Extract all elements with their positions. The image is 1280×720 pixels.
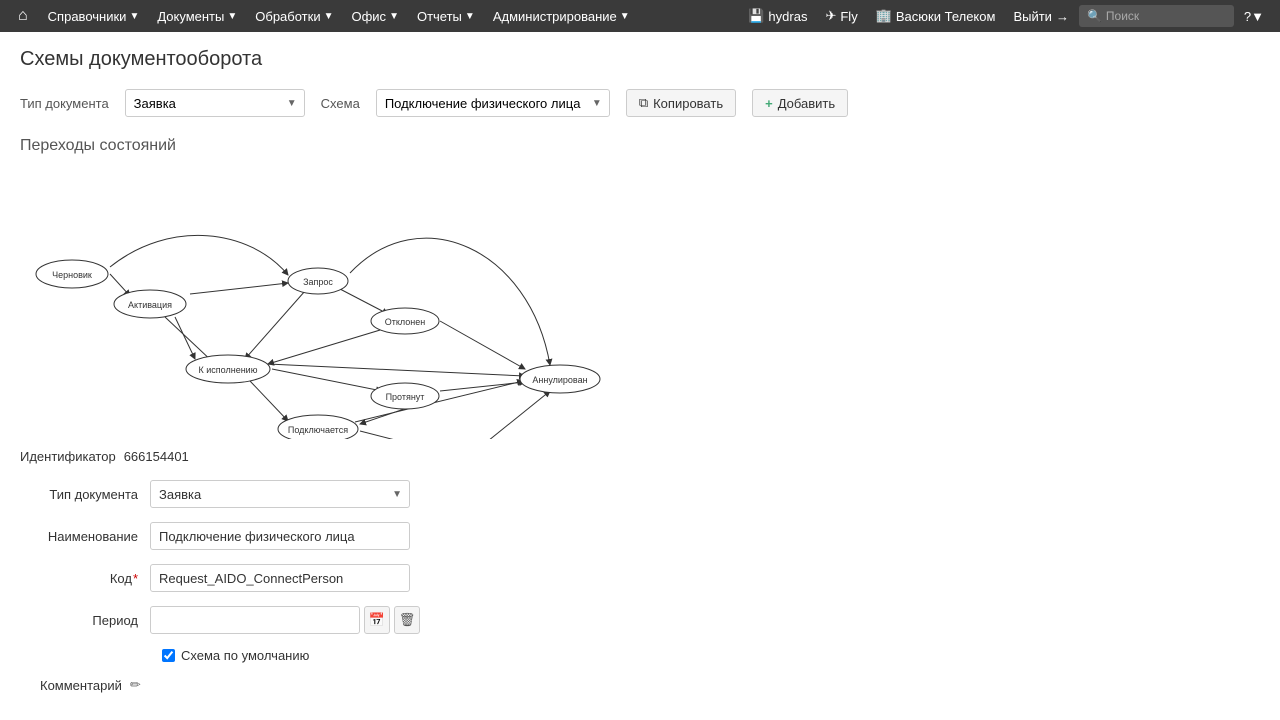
main-content: Схемы документооборота Тип документа Зая… <box>0 32 1280 709</box>
clear-period-button[interactable]: 🗑 <box>394 606 420 634</box>
nav-otchety[interactable]: Отчеты ▼ <box>409 0 483 32</box>
doc-type-select-wrapper: Заявка ▼ <box>125 89 305 117</box>
field-row-period: Период 📅 🗑 <box>20 606 1260 634</box>
field-doc-type-select-wrapper: Заявка ▼ <box>150 480 410 508</box>
svg-text:К исполнению: К исполнению <box>199 365 258 375</box>
svg-text:Аннулирован: Аннулирован <box>532 375 587 385</box>
calendar-button[interactable]: 📅 <box>364 606 390 634</box>
nav-arrow-obrabotki: ▼ <box>324 11 334 22</box>
section-title: Переходы состояний <box>20 137 1260 155</box>
field-name-input[interactable] <box>150 522 410 550</box>
trash-icon: 🗑 <box>399 612 416 628</box>
svg-text:Отклонен: Отклонен <box>385 317 425 327</box>
plus-icon: + <box>765 96 773 111</box>
schema-select-wrapper: Подключение физического лица ▼ <box>376 89 610 117</box>
page-title: Схемы документооборота <box>20 48 1260 71</box>
nav-arrow-spravochniki: ▼ <box>129 11 139 22</box>
nav-logout[interactable]: Выйти → <box>1005 0 1077 32</box>
nav-obrabotki[interactable]: Обработки ▼ <box>247 0 341 32</box>
calendar-icon: 📅 <box>369 612 385 628</box>
nav-ofis[interactable]: Офис ▼ <box>343 0 406 32</box>
schema-select[interactable]: Подключение физического лица <box>376 89 610 117</box>
doc-type-select[interactable]: Заявка <box>125 89 305 117</box>
field-period-input[interactable] <box>150 606 360 634</box>
nav-vasyuki[interactable]: 🏢 Васюки Телеком <box>868 0 1004 32</box>
add-button[interactable]: + Добавить <box>752 89 848 117</box>
comment-label: Комментарий <box>40 678 122 693</box>
search-input[interactable] <box>1106 9 1226 23</box>
company-icon: 🏢 <box>876 8 892 24</box>
nav-arrow-dokumenty: ▼ <box>227 11 237 22</box>
help-button[interactable]: ?▼ <box>1236 0 1272 32</box>
search-box[interactable]: 🔍 <box>1079 5 1234 27</box>
disk-icon: 💾 <box>748 8 764 24</box>
id-value: 666154401 <box>124 449 189 464</box>
svg-text:Активация: Активация <box>128 300 172 310</box>
edit-comment-icon[interactable]: ✏ <box>130 677 141 693</box>
toolbar-row: Тип документа Заявка ▼ Схема Подключение… <box>20 89 1260 117</box>
checkbox-row-default: Схема по умолчанию <box>162 648 1260 663</box>
field-code-label: Код <box>20 571 150 586</box>
nav-arrow-admin: ▼ <box>620 11 630 22</box>
field-name-label: Наименование <box>20 529 150 544</box>
nav-dokumenty[interactable]: Документы ▼ <box>149 0 245 32</box>
svg-text:Черновик: Черновик <box>52 270 92 280</box>
svg-text:Запрос: Запрос <box>303 277 333 287</box>
field-doc-type-label: Тип документа <box>20 487 150 502</box>
field-doc-type-select[interactable]: Заявка <box>150 480 410 508</box>
svg-text:Подключается: Подключается <box>288 425 348 435</box>
home-button[interactable]: ⌂ <box>8 0 38 32</box>
field-row-name: Наименование <box>20 522 1260 550</box>
fly-icon: ✈ <box>825 8 836 24</box>
default-schema-label: Схема по умолчанию <box>181 648 309 663</box>
nav-arrow-ofis: ▼ <box>389 11 399 22</box>
schema-toolbar-label: Схема <box>321 96 360 111</box>
field-code-input[interactable] <box>150 564 410 592</box>
id-row: Идентификатор 666154401 <box>20 449 1260 464</box>
search-icon: 🔍 <box>1087 9 1102 23</box>
default-schema-checkbox[interactable] <box>162 649 175 662</box>
state-diagram: Черновик Активация Запрос Отклонен К исп… <box>20 169 640 439</box>
comment-row: Комментарий ✏ <box>40 677 1260 693</box>
logout-arrow-icon: → <box>1056 9 1069 24</box>
nav-arrow-otchety: ▼ <box>465 11 475 22</box>
field-row-doc-type: Тип документа Заявка ▼ <box>20 480 1260 508</box>
navbar: ⌂ Справочники ▼ Документы ▼ Обработки ▼ … <box>0 0 1280 32</box>
field-row-code: Код <box>20 564 1260 592</box>
doc-type-toolbar-label: Тип документа <box>20 96 109 111</box>
diagram-container: Черновик Активация Запрос Отклонен К исп… <box>20 169 640 429</box>
svg-text:Протянут: Протянут <box>386 392 425 402</box>
nav-spravochniki[interactable]: Справочники ▼ <box>40 0 148 32</box>
field-period-group: 📅 🗑 <box>150 606 420 634</box>
nav-hydras[interactable]: 💾 hydras <box>740 0 815 32</box>
field-period-label: Период <box>20 613 150 628</box>
id-label: Идентификатор <box>20 449 116 464</box>
copy-icon: ⧉ <box>639 95 648 111</box>
nav-administrirovanie[interactable]: Администрирование ▼ <box>485 0 638 32</box>
nav-fly[interactable]: ✈ Fly <box>817 0 865 32</box>
copy-button[interactable]: ⧉ Копировать <box>626 89 736 117</box>
